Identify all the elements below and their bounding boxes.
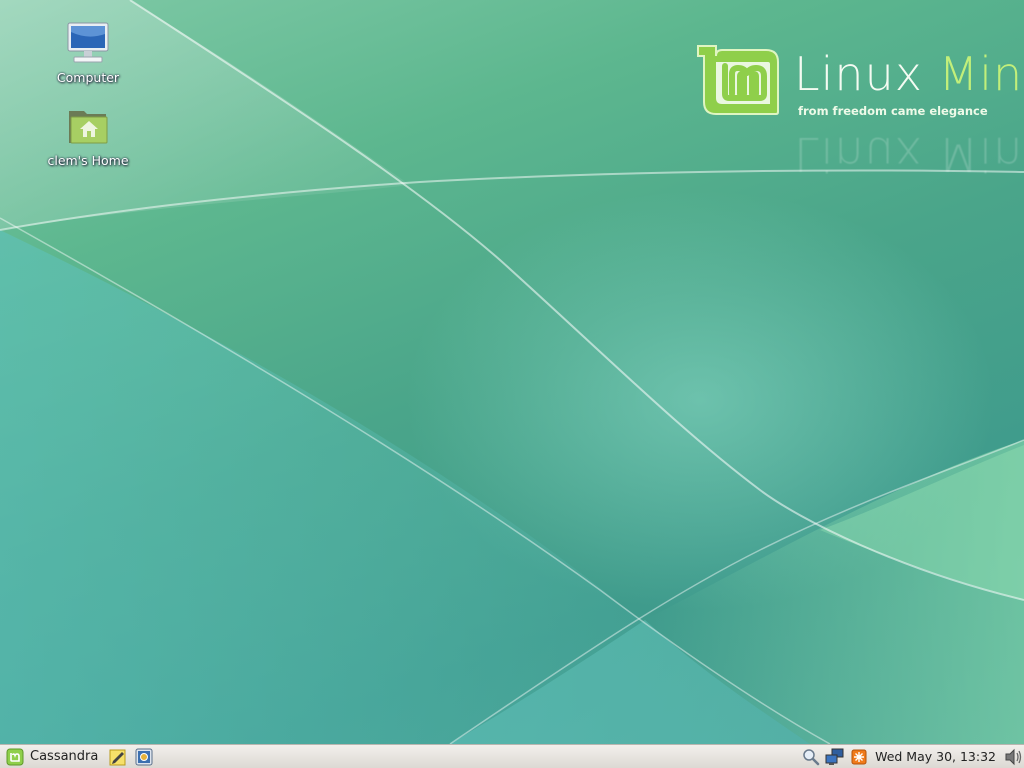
brand-wordmark: Linux Mint (794, 44, 1024, 104)
screenshot-icon (135, 748, 153, 765)
text-editor-icon (109, 749, 126, 765)
screenshot-launcher[interactable] (134, 747, 154, 767)
logo-reflection: Linux Mint (694, 120, 1024, 181)
logo-reflection-text: Linux Mint (794, 127, 1024, 181)
system-tray: Wed May 30, 13:32 (797, 745, 1024, 768)
mint-menu-icon (6, 748, 24, 765)
desktop-icon-label: clem's Home (47, 153, 129, 168)
mint-badge-icon (697, 45, 779, 115)
menu-label: Cassandra (30, 749, 99, 764)
desktop-wallpaper: Linux Mint from freedom came elegance Li… (0, 0, 1024, 744)
brand-tagline: from freedom came elegance (798, 104, 988, 118)
bottom-panel: Cassandra Wed May 30, 13:32 (0, 744, 1024, 768)
brand-linux: Linux (794, 47, 923, 101)
text-editor-launcher[interactable] (108, 747, 128, 767)
home-folder-icon (64, 103, 112, 151)
desktop-icon-computer[interactable]: Computer (40, 20, 136, 85)
network-icon[interactable] (825, 747, 845, 767)
clock[interactable]: Wed May 30, 13:32 (875, 749, 996, 764)
volume-icon[interactable] (1004, 747, 1024, 767)
search-icon[interactable] (801, 747, 821, 767)
desktop-icon-label: Computer (56, 70, 120, 85)
linux-mint-logo: Linux Mint from freedom came elegance Li… (694, 42, 1024, 181)
main-menu-button[interactable]: Cassandra (2, 746, 102, 768)
computer-icon (64, 20, 112, 68)
update-manager-icon[interactable] (849, 747, 869, 767)
desktop-icon-home[interactable]: clem's Home (40, 103, 136, 168)
brand-mint: Mint (938, 47, 1024, 101)
